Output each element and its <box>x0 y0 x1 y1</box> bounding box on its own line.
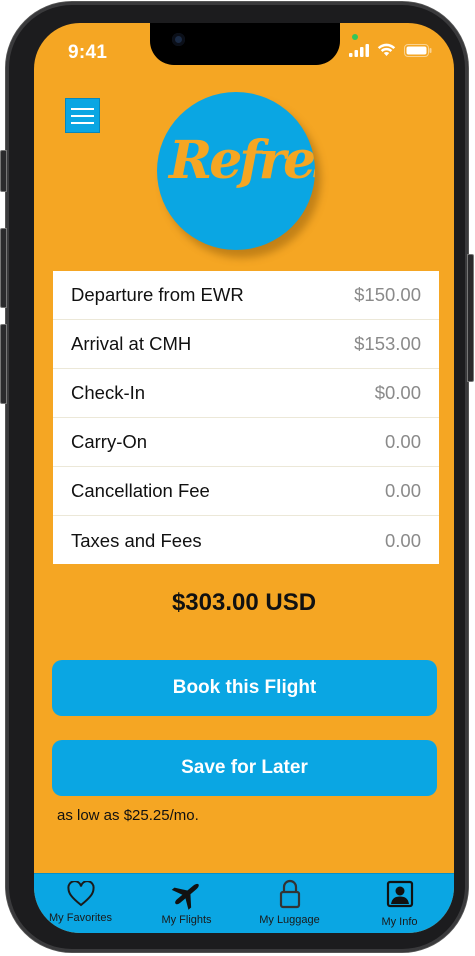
lock-icon <box>279 879 300 909</box>
fare-row-taxes-and-fees: Taxes and Fees 0.00 <box>53 516 439 565</box>
volume-up-button <box>0 228 7 308</box>
phone-frame: 9:41 Refresh <box>0 2 474 952</box>
tab-label: My Flights <box>161 914 212 926</box>
status-icons <box>349 43 432 57</box>
tab-my-flights[interactable]: My Flights <box>134 878 239 926</box>
fare-breakdown-card: Departure from EWR $150.00 Arrival at CM… <box>53 271 439 564</box>
power-button <box>467 254 474 382</box>
person-icon <box>386 880 413 908</box>
fare-label: Taxes and Fees <box>71 529 202 551</box>
wifi-icon <box>377 43 396 56</box>
tab-my-favorites[interactable]: My Favorites <box>34 878 133 924</box>
volume-down-button <box>0 324 7 404</box>
fare-row-arrival: Arrival at CMH $153.00 <box>53 320 439 369</box>
battery-icon <box>404 43 432 57</box>
camera-indicator-dot <box>352 34 358 40</box>
fare-row-carry-on: Carry-On 0.00 <box>53 418 439 467</box>
financing-text: as low as $25.25/mo. <box>57 807 199 824</box>
logo-text: Refresh <box>169 130 315 191</box>
save-for-later-button[interactable]: Save for Later <box>52 740 437 796</box>
fare-row-check-in: Check-In $0.00 <box>53 369 439 418</box>
notch <box>150 23 340 65</box>
bottom-tab-bar: My Favorites My Flights My Luggage My In… <box>34 873 454 933</box>
fare-row-cancellation-fee: Cancellation Fee 0.00 <box>53 467 439 516</box>
status-time: 9:41 <box>68 42 108 63</box>
airplane-icon <box>171 883 199 910</box>
book-flight-button[interactable]: Book this Flight <box>52 660 437 716</box>
fare-label: Carry-On <box>71 431 148 452</box>
tab-label: My Favorites <box>49 912 112 924</box>
app-screen: 9:41 Refresh <box>34 23 454 933</box>
tab-my-luggage[interactable]: My Luggage <box>237 878 342 926</box>
fare-value: 0.00 <box>384 480 421 501</box>
menu-line <box>71 121 94 124</box>
tab-label: My Luggage <box>259 914 320 926</box>
fare-label: Arrival at CMH <box>71 333 192 354</box>
menu-line <box>71 114 94 117</box>
fare-value: $150.00 <box>354 284 421 305</box>
fare-row-departure: Departure from EWR $150.00 <box>53 271 439 320</box>
fare-label: Departure from EWR <box>71 284 244 305</box>
fare-value: 0.00 <box>384 431 421 452</box>
tab-label: My Info <box>381 916 418 928</box>
heart-icon <box>66 881 95 907</box>
total-price: $303.00 USD <box>171 589 317 616</box>
fare-value: $0.00 <box>374 382 421 403</box>
app-logo: Refresh <box>157 92 315 250</box>
tab-my-info[interactable]: My Info <box>347 878 452 928</box>
signal-icon <box>349 43 369 57</box>
menu-line <box>71 107 94 110</box>
fare-label: Cancellation Fee <box>71 480 210 501</box>
mute-switch <box>0 150 7 192</box>
fare-label: Check-In <box>71 382 146 403</box>
fare-value: 0.00 <box>384 529 421 551</box>
camera-icon <box>172 33 185 46</box>
hamburger-menu-button[interactable] <box>65 98 100 133</box>
fare-value: $153.00 <box>354 333 421 354</box>
